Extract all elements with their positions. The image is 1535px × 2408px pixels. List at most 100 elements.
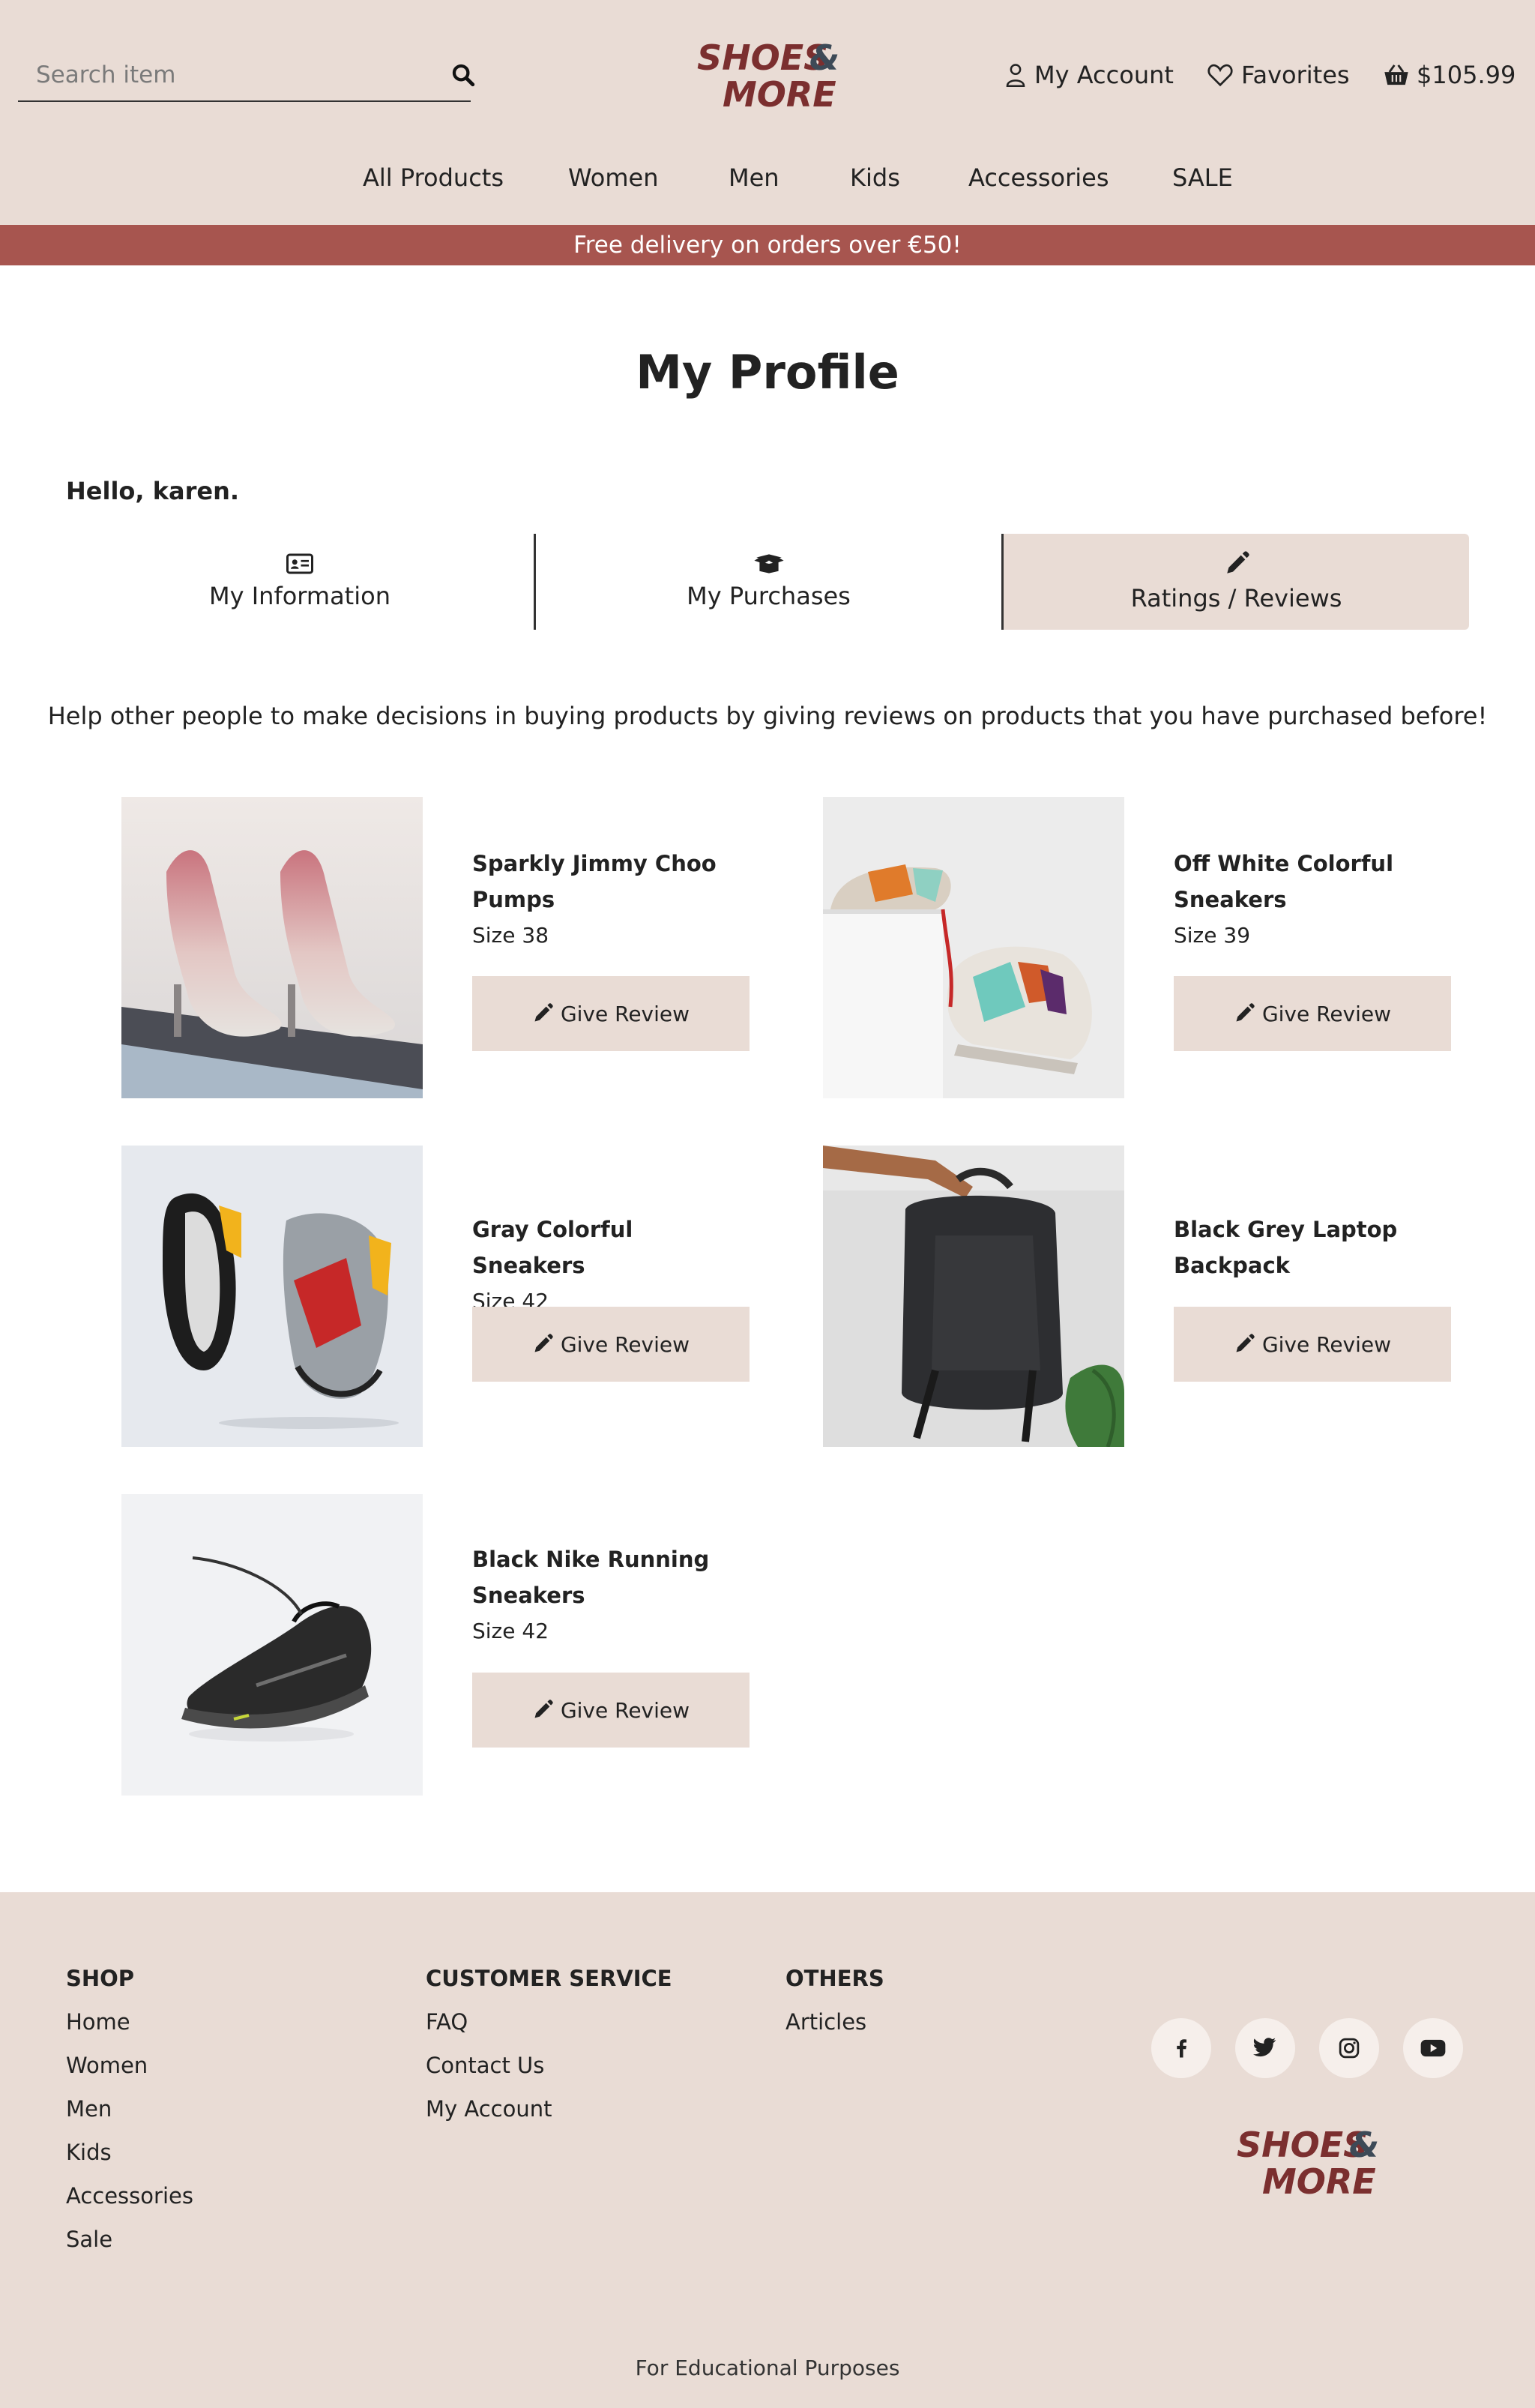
basket-icon: [1384, 64, 1408, 85]
svg-text:&: &: [809, 37, 839, 78]
nav-item-kids[interactable]: Kids: [850, 163, 900, 192]
footer-service-column: CUSTOMER SERVICE FAQ Contact Us My Accou…: [426, 1966, 672, 2131]
profile-tabs: My Information My Purchases Ratings / Re…: [66, 534, 1469, 630]
cart-link[interactable]: $105.99: [1384, 54, 1516, 96]
tab-label: My Purchases: [687, 582, 851, 610]
product-name: Off White Colorful Sneakers: [1174, 851, 1394, 912]
give-review-label: Give Review: [560, 1697, 690, 1723]
footer-link-my-account[interactable]: My Account: [426, 2087, 672, 2131]
give-review-label: Give Review: [1261, 1001, 1392, 1026]
give-review-button[interactable]: Give Review: [472, 1307, 750, 1382]
footer-shop-column: SHOP Home Women Men Kids Accessories Sal…: [66, 1966, 193, 2261]
youtube-icon: [1420, 2039, 1446, 2057]
footer-link-articles[interactable]: Articles: [785, 2000, 884, 2044]
product-image-sparkly-pumps[interactable]: [121, 797, 423, 1098]
brand-logo[interactable]: SHOES & MORE: [697, 36, 839, 112]
footer-link-men[interactable]: Men: [66, 2087, 193, 2131]
nav-item-sale[interactable]: SALE: [1172, 163, 1233, 192]
my-account-link[interactable]: My Account: [1004, 54, 1174, 96]
give-review-button[interactable]: Give Review: [1174, 976, 1451, 1051]
product-size: Size 42: [472, 1619, 549, 1643]
site-footer: SHOP Home Women Men Kids Accessories Sal…: [0, 1892, 1535, 2408]
give-review-button[interactable]: Give Review: [472, 976, 750, 1051]
tab-my-information[interactable]: My Information: [66, 534, 534, 630]
box-open-icon: [753, 554, 784, 574]
product-image-laptop-backpack[interactable]: [823, 1146, 1124, 1447]
footer-heading: OTHERS: [785, 1966, 884, 1991]
tab-my-purchases[interactable]: My Purchases: [534, 534, 1001, 630]
nav-item-accessories[interactable]: Accessories: [968, 163, 1109, 192]
favorites-link[interactable]: Favorites: [1207, 54, 1350, 96]
facebook-icon: [1177, 2039, 1186, 2058]
instagram-link[interactable]: [1319, 2018, 1379, 2078]
footer-link-sale[interactable]: Sale: [66, 2218, 193, 2261]
backpack-image: [823, 1146, 1124, 1447]
tab-label: Ratings / Reviews: [1130, 584, 1342, 612]
footer-link-faq[interactable]: FAQ: [426, 2000, 672, 2044]
pencil-icon: [1236, 1334, 1255, 1352]
svg-text:&: &: [1349, 2125, 1379, 2165]
product-name: Gray Colorful Sneakers: [472, 1217, 633, 1278]
footer-brand-logo[interactable]: SHOES & MORE: [1237, 2123, 1379, 2200]
pencil-icon: [1226, 551, 1249, 574]
heart-icon: [1207, 64, 1233, 87]
product-name: Black Nike Running Sneakers: [472, 1547, 710, 1608]
gray-sneakers-image: [121, 1146, 423, 1447]
footer-link-contact-us[interactable]: Contact Us: [426, 2044, 672, 2087]
footer-others-column: OTHERS Articles: [785, 1966, 884, 2044]
cart-total: $105.99: [1417, 61, 1516, 89]
greeting: Hello, karen.: [66, 477, 239, 505]
svg-text:SHOES: SHOES: [1237, 2125, 1368, 2165]
product-image-gray-sneakers[interactable]: [121, 1146, 423, 1447]
page-title: My Profile: [636, 345, 899, 400]
give-review-button[interactable]: Give Review: [1174, 1307, 1451, 1382]
footer-link-accessories[interactable]: Accessories: [66, 2174, 193, 2218]
pencil-icon: [534, 1700, 553, 1718]
svg-text:SHOES: SHOES: [697, 37, 828, 78]
glitter-pumps-image: [121, 797, 423, 1098]
youtube-link[interactable]: [1403, 2018, 1463, 2078]
svg-text:MORE: MORE: [1262, 2161, 1376, 2200]
favorites-label: Favorites: [1241, 61, 1350, 89]
product-image-off-white-sneakers[interactable]: [823, 797, 1124, 1098]
product-info: Gray Colorful Sneakers Size 42: [472, 1211, 751, 1319]
product-info: Sparkly Jimmy Choo Pumps Size 38: [472, 846, 751, 954]
tab-ratings-reviews[interactable]: Ratings / Reviews: [1001, 534, 1469, 630]
footer-link-home[interactable]: Home: [66, 2000, 193, 2044]
twitter-icon: [1253, 2038, 1276, 2057]
give-review-label: Give Review: [560, 1001, 690, 1026]
product-info: Black Grey Laptop Backpack: [1174, 1211, 1453, 1283]
svg-text:MORE: MORE: [723, 74, 836, 112]
product-info: Off White Colorful Sneakers Size 39: [1174, 846, 1453, 954]
footer-link-women[interactable]: Women: [66, 2044, 193, 2087]
give-review-button[interactable]: Give Review: [472, 1673, 750, 1748]
product-size: Size 38: [472, 923, 549, 948]
nav-item-women[interactable]: Women: [568, 163, 658, 192]
product-image-nike-sneakers[interactable]: [121, 1494, 423, 1796]
twitter-link[interactable]: [1235, 2018, 1295, 2078]
footer-note: For Educational Purposes: [635, 2356, 900, 2380]
search-input[interactable]: [36, 57, 426, 93]
footer-link-kids[interactable]: Kids: [66, 2131, 193, 2174]
promo-text: Free delivery on orders over €50!: [573, 232, 962, 259]
my-account-label: My Account: [1034, 61, 1174, 89]
user-icon: [1006, 64, 1025, 87]
colorful-sneakers-image: [823, 797, 1124, 1098]
nav-item-all-products[interactable]: All Products: [363, 163, 504, 192]
search-icon: [452, 64, 475, 87]
search-button[interactable]: [447, 58, 480, 91]
product-name: Sparkly Jimmy Choo Pumps: [472, 851, 717, 912]
main-nav: All Products Women Men Kids Accessories …: [0, 159, 1535, 208]
product-size: Size 39: [1174, 923, 1251, 948]
search-bar: [18, 48, 475, 102]
give-review-label: Give Review: [1261, 1331, 1392, 1357]
product-info: Black Nike Running Sneakers Size 42: [472, 1541, 751, 1649]
footer-heading: SHOP: [66, 1966, 135, 1991]
tab-label: My Information: [209, 582, 390, 610]
facebook-link[interactable]: [1151, 2018, 1211, 2078]
nike-sneaker-image: [121, 1494, 423, 1796]
nav-item-men[interactable]: Men: [729, 163, 779, 192]
reviews-intro-text: Help other people to make decisions in b…: [47, 702, 1488, 730]
instagram-icon: [1339, 2038, 1360, 2059]
pencil-icon: [534, 1334, 553, 1352]
